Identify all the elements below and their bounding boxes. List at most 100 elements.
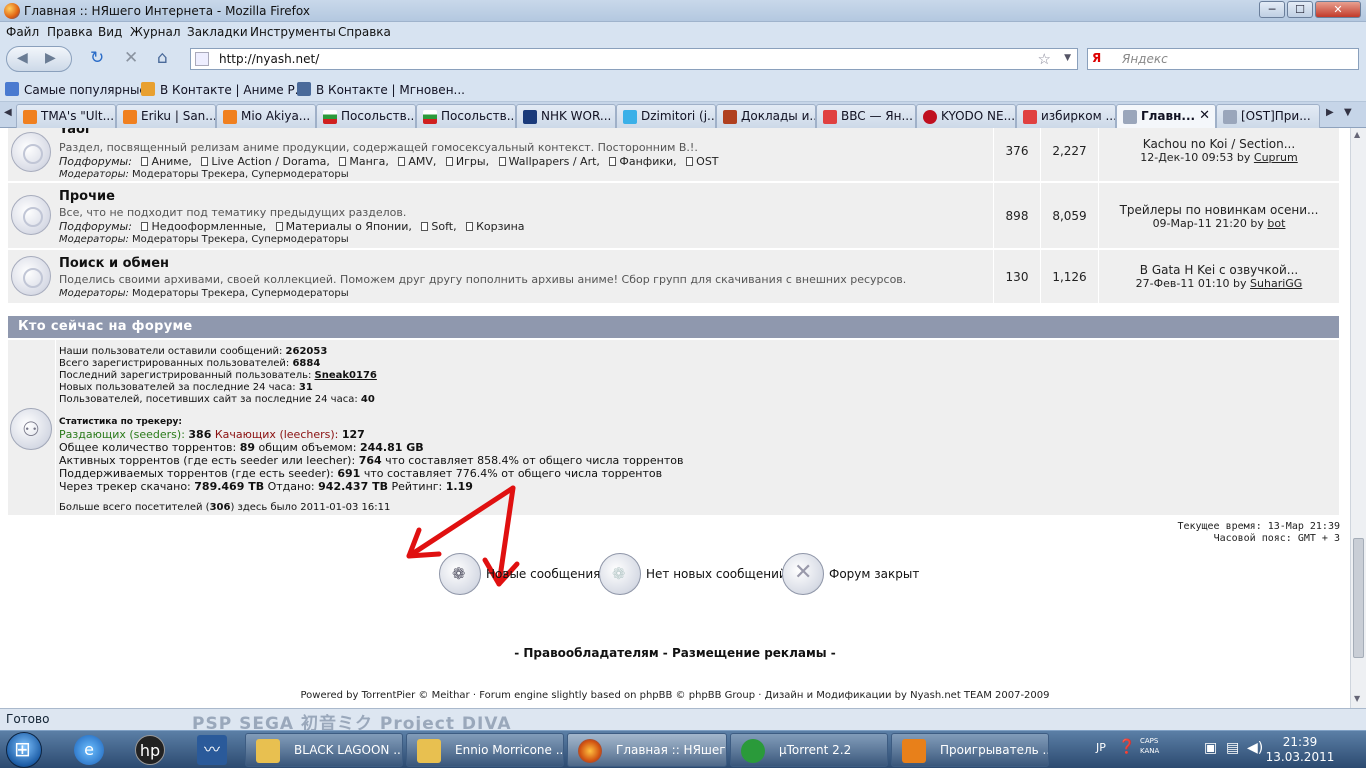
subforum-link[interactable]: Материалы о Японии [286,220,409,233]
subforum-link[interactable]: AMV [408,155,433,168]
url-dropdown-icon[interactable]: ▼ [1064,53,1071,63]
firefox-icon [4,3,20,19]
task-media-player[interactable]: Проигрыватель ... [891,733,1049,767]
tab-tma[interactable]: TMA's "Ult... [16,104,116,128]
start-button[interactable] [6,732,42,768]
forum-title[interactable]: Поиск и обмен [59,256,169,271]
menu-bookmarks[interactable]: Закладки [187,25,248,39]
tab-main-active[interactable]: Главн... ✕ [1116,104,1216,129]
bookmark-vk-instant[interactable]: В Контакте | Мгновен... [297,82,465,97]
tab-mio[interactable]: Mio Akiya... [216,104,316,128]
subforum-link[interactable]: Корзина [476,220,524,233]
tab-reports[interactable]: Доклады и... [716,104,816,128]
task-utorrent[interactable]: µTorrent 2.2 [730,733,888,767]
tab-scroll-right-icon[interactable]: ▶ [1326,107,1334,118]
language-indicator[interactable]: JP [1096,741,1106,754]
scrollbar-thumb[interactable] [1353,538,1364,658]
tab-election[interactable]: избирком ... [1016,104,1116,128]
site-identity-icon[interactable] [195,52,209,66]
subforum-link[interactable]: Soft [431,220,453,233]
url-text[interactable]: http://nyash.net/ [219,52,319,66]
stat-new-users: Новых пользователей за последние 24 часа… [59,382,313,393]
yandex-icon[interactable]: Я [1092,51,1101,65]
subforum-link[interactable]: Недооформленные [151,220,262,233]
device-icon[interactable]: ▣ [1204,740,1217,756]
internet-explorer-icon[interactable]: e [74,735,104,765]
last-post-user[interactable]: Cuprum [1254,151,1298,164]
subforum-list: Подфорумы: Аниме, Live Action / Dorama, … [59,155,719,168]
forum-row-yaoi: Yaoi Раздел, посвященный релизам аниме п… [8,128,1339,182]
subforum-icon [421,222,429,231]
last-post-title[interactable]: В Gata H Kei с озвучкой... [1100,263,1338,277]
home-icon[interactable]: ⌂ [157,49,168,67]
back-icon[interactable]: ◀ [17,50,28,66]
tab-embassy-1[interactable]: Посольств... [316,104,416,128]
forward-icon[interactable]: ▶ [45,50,56,66]
menu-view[interactable]: Вид [98,25,122,39]
tab-favicon [123,110,137,124]
subforum-link[interactable]: OST [696,155,718,168]
monitor-app-icon[interactable]: 〰 [197,735,227,765]
stats-plug-icon [10,408,52,450]
clock-time: 21:39 [1282,735,1318,749]
tab-twitter[interactable]: Dzimitori (j... [616,104,716,128]
tab-nhk[interactable]: NHK WOR... [516,104,616,128]
forum-row-other: Прочие Все, что не подходит под тематику… [8,183,1339,249]
forum-title[interactable]: Yaoi [59,128,89,137]
last-registered-user-link[interactable]: Sneak0176 [315,370,377,381]
windows-taskbar: e hp 〰 BLACK LAGOON ... Ennio Morricone … [0,730,1366,768]
last-post-user[interactable]: bot [1267,217,1285,230]
subforum-link[interactable]: Игры [456,155,486,168]
tab-kyodo[interactable]: KYODO NE... [916,104,1016,128]
subforum-link[interactable]: Фанфики [619,155,673,168]
menu-edit[interactable]: Правка [47,25,93,39]
tab-list-icon[interactable]: ▼ [1344,107,1352,118]
topics-count: 130 [993,250,1041,303]
task-ennio-morricone[interactable]: Ennio Morricone ... [406,733,564,767]
bookmark-vk-anime[interactable]: В Контакте | Аниме Р... [141,82,306,97]
hp-icon[interactable]: hp [135,735,165,765]
reload-icon[interactable]: ↻ [90,49,104,67]
search-input[interactable]: Я Яндекс [1087,48,1359,70]
menu-help[interactable]: Справка [338,25,391,39]
stop-icon[interactable]: ✕ [124,49,138,67]
bookmark-most-visited[interactable]: Самые популярные [5,82,147,97]
subforum-link[interactable]: Манга [349,155,385,168]
tab-scroll-left-icon[interactable]: ◀ [4,107,12,118]
tab-ost[interactable]: [OST]При... [1216,104,1320,128]
network-icon[interactable]: ▤ [1226,740,1239,756]
footer-links[interactable]: - Правообладателям - Размещение рекламы … [0,646,1350,660]
stat-total-posts: Наши пользователи оставили сообщений: 26… [59,346,328,357]
maximize-button[interactable]: ☐ [1287,1,1313,18]
subforum-link[interactable]: Live Action / Dorama [211,155,326,168]
page-content: Yaoi Раздел, посвященный релизам аниме п… [0,128,1350,708]
tab-eriku[interactable]: Eriku | San... [116,104,216,128]
scroll-up-icon[interactable]: ▲ [1354,130,1360,139]
help-icon[interactable]: ❓ [1118,739,1135,755]
url-bar[interactable]: http://nyash.net/ ☆ ▼ [190,48,1078,70]
forum-status-icon [11,195,51,235]
tab-embassy-2[interactable]: Посольств... [416,104,516,128]
menu-file[interactable]: Файл [6,25,39,39]
taskbar-clock[interactable]: 21:39 13.03.2011 [1252,735,1348,765]
subforum-link[interactable]: Wallpapers / Art [509,155,597,168]
tab-favicon [1123,110,1137,124]
subforum-link[interactable]: Аниме [151,155,188,168]
star-icon[interactable]: ☆ [1038,50,1051,68]
forum-title[interactable]: Прочие [59,189,115,204]
tab-close-icon[interactable]: ✕ [1199,108,1210,123]
menu-history[interactable]: Журнал [130,25,181,39]
scroll-down-icon[interactable]: ▼ [1354,694,1360,703]
menu-tools[interactable]: Инструменты [250,25,336,39]
task-firefox[interactable]: Главная :: НЯшег... [567,733,727,767]
last-post-title[interactable]: Kachou no Koi / Section... [1100,137,1338,151]
vertical-scrollbar[interactable]: ▲ ▼ [1350,128,1366,708]
minimize-button[interactable]: ─ [1259,1,1285,18]
close-window-button[interactable]: ✕ [1315,1,1361,18]
kana-indicator: KANA [1140,747,1160,755]
tab-bbc[interactable]: BBC — Ян... [816,104,916,128]
last-post-user[interactable]: SuhariGG [1250,277,1302,290]
search-placeholder[interactable]: Яндекс [1122,52,1168,66]
last-post-title[interactable]: Трейлеры по новинкам осени... [1100,203,1338,217]
task-black-lagoon[interactable]: BLACK LAGOON ... [245,733,403,767]
